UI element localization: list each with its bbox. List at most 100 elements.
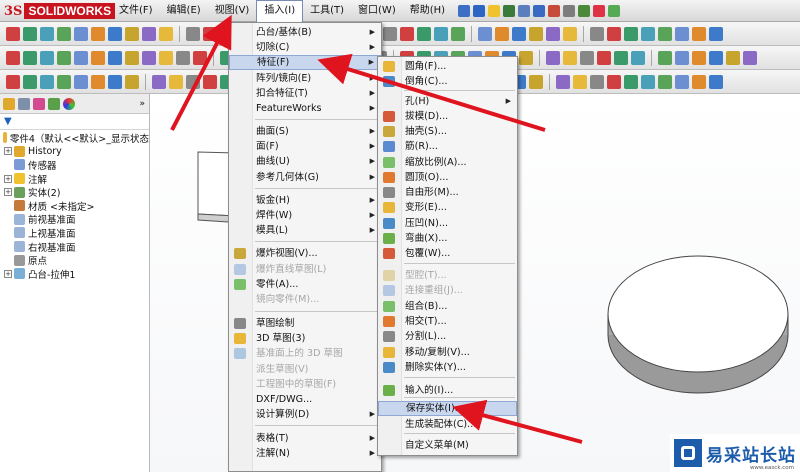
toolbar-tool-icon[interactable]	[563, 50, 577, 65]
feature-submenu-item[interactable]: 组合(B)...	[378, 299, 517, 314]
toolbar-tool-icon[interactable]	[417, 26, 431, 41]
menu-item-6[interactable]: 帮助(H)	[403, 0, 452, 22]
feature-submenu-item[interactable]: 拔模(D)...	[378, 109, 517, 124]
insert-menu-item[interactable]: 3D 草图(3)	[229, 331, 381, 346]
toolbar-tool-icon[interactable]	[203, 74, 217, 89]
toolbar-tool-icon[interactable]	[624, 26, 638, 41]
tree-item[interactable]: 右视基准面	[0, 240, 149, 254]
insert-menu-item[interactable]: 曲线(U) ▶	[229, 154, 381, 169]
toolbar-tool-icon[interactable]	[709, 74, 723, 89]
tree-item[interactable]: 材质 <未指定>	[0, 199, 149, 213]
toolbar-tool-icon[interactable]	[546, 26, 560, 41]
insert-menu-item[interactable]: 阵列/镜向(E) ▶	[229, 71, 381, 86]
toolbar-tool-icon[interactable]	[108, 50, 122, 65]
menu-item-3[interactable]: 插入(I)	[256, 0, 304, 22]
tree-item[interactable]: 上视基准面	[0, 226, 149, 240]
feature-manager-tab-icon[interactable]	[3, 97, 15, 110]
standard-tool-icon[interactable]	[473, 5, 486, 17]
standard-tool-icon[interactable]	[578, 5, 591, 17]
dimxpert-tab-icon[interactable]	[48, 97, 60, 110]
toolbar-tool-icon[interactable]	[74, 26, 88, 41]
standard-tool-icon[interactable]	[533, 5, 546, 17]
feature-submenu-item[interactable]: 分割(L)...	[378, 329, 517, 344]
feature-submenu-item[interactable]: 包覆(W)...	[378, 246, 517, 261]
expand-icon[interactable]: +	[4, 174, 12, 183]
toolbar-tool-icon[interactable]	[709, 50, 723, 65]
menu-item-2[interactable]: 视图(V)	[208, 0, 257, 22]
toolbar-tool-icon[interactable]	[193, 50, 207, 65]
toolbar-tool-icon[interactable]	[692, 74, 706, 89]
toolbar-tool-icon[interactable]	[563, 26, 577, 41]
toolbar-tool-icon[interactable]	[434, 26, 448, 41]
toolbar-tool-icon[interactable]	[580, 50, 594, 65]
toolbar-tool-icon[interactable]	[159, 50, 173, 65]
insert-menu-item[interactable]: 焊件(W) ▶	[229, 208, 381, 223]
toolbar-tool-icon[interactable]	[23, 74, 37, 89]
toolbar-tool-icon[interactable]	[675, 26, 689, 41]
feature-submenu-item[interactable]: 孔(H) ▶	[378, 94, 517, 109]
tree-root[interactable]: 零件4（默认<<默认>_显示状态	[0, 131, 149, 145]
toolbar-tool-icon[interactable]	[709, 26, 723, 41]
toolbar-tool-icon[interactable]	[529, 26, 543, 41]
toolbar-tool-icon[interactable]	[142, 50, 156, 65]
feature-submenu-item[interactable]: 变形(E)...	[378, 200, 517, 215]
menu-item-1[interactable]: 编辑(E)	[160, 0, 208, 22]
insert-menu-item[interactable]: 特征(F) ▶	[229, 55, 381, 71]
insert-menu-item[interactable]: 爆炸视图(V)...	[229, 246, 381, 261]
toolbar-tool-icon[interactable]	[6, 26, 20, 41]
standard-tool-icon[interactable]	[458, 5, 471, 17]
toolbar-tool-icon[interactable]	[108, 74, 122, 89]
expand-icon[interactable]: +	[4, 147, 12, 156]
insert-menu-item[interactable]: 设计算例(D) ▶	[229, 407, 381, 422]
toolbar-tool-icon[interactable]	[40, 74, 54, 89]
toolbar-tool-icon[interactable]	[512, 26, 526, 41]
insert-menu-item[interactable]: 注解(N) ▶	[229, 446, 381, 461]
panel-expand-icon[interactable]: »	[139, 99, 145, 109]
tree-item[interactable]: 原点	[0, 253, 149, 267]
toolbar-tool-icon[interactable]	[125, 26, 139, 41]
toolbar-tool-icon[interactable]	[573, 74, 587, 89]
toolbar-tool-icon[interactable]	[607, 74, 621, 89]
insert-menu-item[interactable]: 曲面(S) ▶	[229, 124, 381, 139]
feature-submenu-item[interactable]: 保存实体(I)...	[378, 401, 517, 417]
toolbar-tool-icon[interactable]	[203, 26, 217, 41]
feature-submenu-item[interactable]: 删除实体(Y)...	[378, 360, 517, 375]
feature-submenu-item[interactable]: 抽壳(S)...	[378, 124, 517, 139]
toolbar-tool-icon[interactable]	[186, 26, 200, 41]
toolbar-tool-icon[interactable]	[186, 74, 200, 89]
feature-submenu-item[interactable]: 倒角(C)...	[378, 74, 517, 89]
toolbar-tool-icon[interactable]	[658, 50, 672, 65]
toolbar-tool-icon[interactable]	[176, 50, 190, 65]
toolbar-tool-icon[interactable]	[400, 26, 414, 41]
feature-submenu-item[interactable]: 压凹(N)...	[378, 216, 517, 231]
toolbar-tool-icon[interactable]	[23, 26, 37, 41]
toolbar-tool-icon[interactable]	[529, 74, 543, 89]
expand-icon[interactable]: +	[4, 269, 12, 278]
toolbar-tool-icon[interactable]	[6, 50, 20, 65]
toolbar-tool-icon[interactable]	[675, 74, 689, 89]
toolbar-tool-icon[interactable]	[495, 26, 509, 41]
insert-menu-item[interactable]: 面(F) ▶	[229, 139, 381, 154]
toolbar-tool-icon[interactable]	[631, 50, 645, 65]
toolbar-tool-icon[interactable]	[159, 26, 173, 41]
insert-menu-item[interactable]: DXF/DWG...	[229, 392, 381, 407]
feature-submenu-item[interactable]: 输入的(I)...	[378, 383, 517, 398]
toolbar-tool-icon[interactable]	[74, 50, 88, 65]
toolbar-tool-icon[interactable]	[607, 26, 621, 41]
feature-submenu-item[interactable]: 移动/复制(V)...	[378, 345, 517, 360]
standard-tool-icon[interactable]	[548, 5, 561, 17]
property-manager-tab-icon[interactable]	[18, 97, 30, 110]
toolbar-tool-icon[interactable]	[125, 50, 139, 65]
tree-item[interactable]: + 凸台-拉伸1	[0, 267, 149, 281]
toolbar-tool-icon[interactable]	[726, 50, 740, 65]
standard-tool-icon[interactable]	[563, 5, 576, 17]
toolbar-tool-icon[interactable]	[641, 26, 655, 41]
toolbar-tool-icon[interactable]	[169, 74, 183, 89]
standard-tool-icon[interactable]	[503, 5, 516, 17]
display-manager-tab-icon[interactable]	[63, 97, 75, 110]
toolbar-tool-icon[interactable]	[658, 74, 672, 89]
standard-tool-icon[interactable]	[518, 5, 531, 17]
toolbar-tool-icon[interactable]	[590, 26, 604, 41]
insert-menu-item[interactable]: 模具(L) ▶	[229, 223, 381, 238]
toolbar-tool-icon[interactable]	[108, 26, 122, 41]
